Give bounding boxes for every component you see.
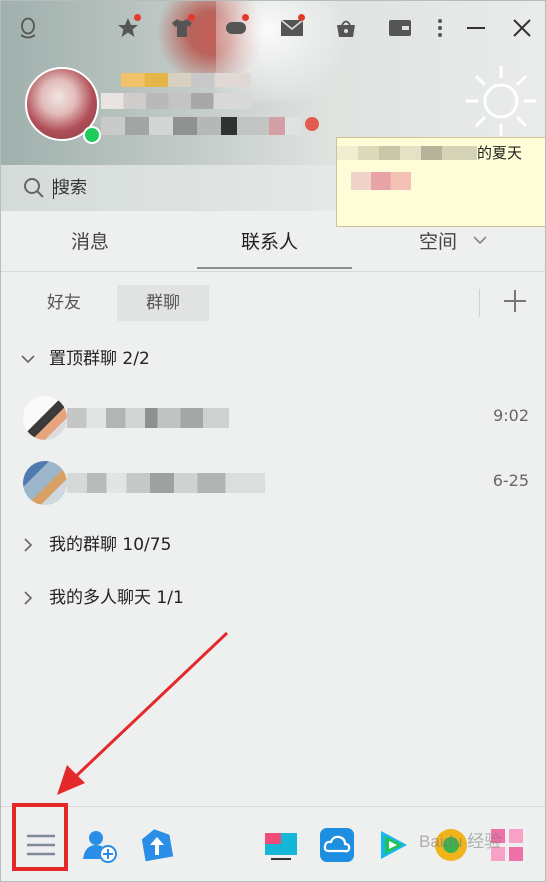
add-friend-icon[interactable] [81,827,117,863]
baidu-jingyan-watermark: Baidu 经验 [419,832,502,851]
app-manager-icon[interactable] [139,827,175,863]
annotation-highlight-box [12,803,68,871]
weiyun-cloud-icon[interactable] [319,827,355,863]
annotation-arrow [57,631,229,795]
screen-share-icon[interactable] [263,827,299,863]
qq-main-window: 的夏天 消息 联系人 空间 好友 群聊 置顶群聊 2/2 9:02 6-25 我… [0,0,546,882]
tencent-video-icon[interactable] [375,827,411,863]
